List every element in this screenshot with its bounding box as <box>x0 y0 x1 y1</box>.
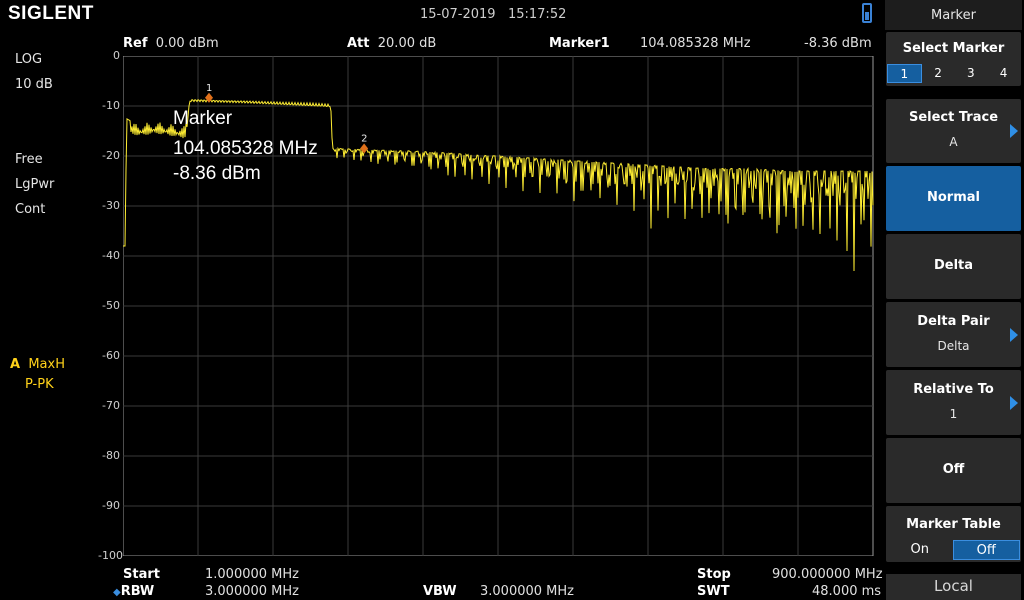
marker-table-toggle[interactable]: On Off <box>887 540 1020 560</box>
rbw-value: 3.000000 MHz <box>205 584 299 599</box>
submenu-arrow-icon <box>1010 396 1018 410</box>
swt-value: 48.000 ms <box>812 584 882 599</box>
detector-type: P-PK <box>25 377 54 392</box>
relative-to-value: 1 <box>949 407 958 421</box>
relative-to-label: Relative To <box>913 382 994 397</box>
marker-readout-freq: 104.085328 MHz <box>640 36 751 51</box>
y-tick-label: -80 <box>102 449 120 462</box>
y-tick-label: -60 <box>102 349 120 362</box>
datetime: 15-07-2019 15:17:52 <box>420 7 566 22</box>
marker-number-selector[interactable]: 1 2 3 4 <box>887 64 1020 83</box>
detector-avg: LgPwr <box>15 177 55 192</box>
y-tick-label: -50 <box>102 299 120 312</box>
marker-3-option[interactable]: 3 <box>955 64 988 83</box>
normal-key[interactable]: Normal <box>886 166 1021 231</box>
marker-number-label: 2 <box>361 134 367 145</box>
brand-logo: SIGLENT <box>8 3 94 24</box>
usb-icon <box>862 3 872 23</box>
start-label: Start <box>123 567 160 582</box>
date: 15-07-2019 <box>420 7 496 22</box>
select-trace-key[interactable]: Select Trace A <box>886 99 1021 163</box>
delta-pair-label: Delta Pair <box>917 314 990 329</box>
trace-indicator: A MaxH <box>10 357 65 372</box>
off-key[interactable]: Off <box>886 438 1021 503</box>
delta-key[interactable]: Delta <box>886 234 1021 299</box>
submenu-arrow-icon <box>1010 328 1018 342</box>
y-tick-label: -30 <box>102 199 120 212</box>
select-trace-value: A <box>949 135 958 149</box>
rbw-label[interactable]: ◆RBW <box>113 584 154 599</box>
relative-to-key[interactable]: Relative To 1 <box>886 370 1021 435</box>
trace-mode: MaxH <box>28 357 65 372</box>
select-marker-label: Select Marker <box>902 41 1005 56</box>
y-tick-label: -70 <box>102 399 120 412</box>
marker-4-option[interactable]: 4 <box>987 64 1020 83</box>
select-trace-label: Select Trace <box>908 110 999 125</box>
vbw-value: 3.000000 MHz <box>480 584 574 599</box>
scale-type: LOG <box>15 52 43 67</box>
scale-div: 10 dB <box>15 77 53 92</box>
marker-table-on[interactable]: On <box>887 540 953 560</box>
y-tick-label: -20 <box>102 149 120 162</box>
stop-value: 900.000000 MHz <box>772 567 883 582</box>
marker-number-label: 1 <box>206 83 212 94</box>
marker-table-label: Marker Table <box>906 517 1001 532</box>
att-value: 20.00 dB <box>377 36 437 51</box>
y-tick-label: -40 <box>102 249 120 262</box>
delta-pair-value: Delta <box>937 339 970 353</box>
y-tick-label: 0 <box>113 49 120 62</box>
marker-readout-level: -8.36 dBm <box>804 36 872 51</box>
marker-2-option[interactable]: 2 <box>922 64 955 83</box>
marker-box-title: Marker <box>173 108 233 129</box>
menu-title: Marker <box>885 0 1022 30</box>
y-tick-label: -90 <box>102 499 120 512</box>
marker-box-level: -8.36 dBm <box>173 163 261 184</box>
y-tick-label: -10 <box>102 99 120 112</box>
marker-readout-label: Marker1 <box>549 36 610 51</box>
delta-pair-key[interactable]: Delta Pair Delta <box>886 302 1021 367</box>
submenu-arrow-icon <box>1010 124 1018 138</box>
sweep-mode: Cont <box>15 202 46 217</box>
swt-label[interactable]: SWT <box>697 584 730 599</box>
marker-table-off[interactable]: Off <box>952 540 1020 560</box>
marker-box-freq: 104.085328 MHz <box>173 138 318 159</box>
trace-letter: A <box>10 357 21 372</box>
vbw-label[interactable]: VBW <box>423 584 457 599</box>
att-label: Att <box>347 36 370 51</box>
trigger-mode: Free <box>15 152 43 167</box>
stop-label: Stop <box>697 567 731 582</box>
marker-1-option[interactable]: 1 <box>887 64 922 83</box>
start-value: 1.000000 MHz <box>205 567 299 582</box>
local-key[interactable]: Local <box>886 574 1021 600</box>
attenuation[interactable]: Att 20.00 dB <box>347 36 436 51</box>
ref-value: 0.00 dBm <box>155 36 219 51</box>
ref-label: Ref <box>123 36 148 51</box>
time: 15:17:52 <box>507 7 567 22</box>
y-tick-label: -100 <box>98 549 123 562</box>
spectrum-plot[interactable]: 1 2 Marker 104.085328 MHz -8.36 dBm <box>123 56 874 556</box>
ref-level[interactable]: Ref 0.00 dBm <box>123 36 219 51</box>
